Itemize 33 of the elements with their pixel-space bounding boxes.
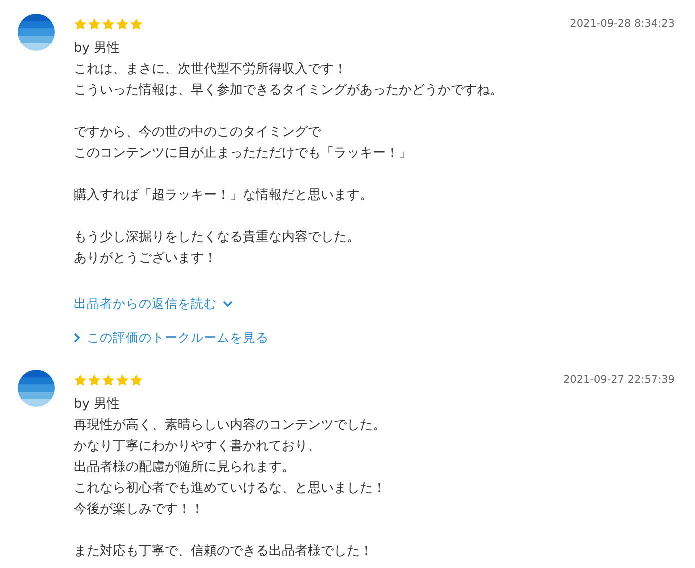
review-line: このコンテンツに目が止まったただけでも「ラッキー！」 xyxy=(74,145,412,163)
star-icon xyxy=(102,374,115,386)
review-line: こういった情報は、早く参加できるタイミングがあったかどうかですね。 xyxy=(74,82,503,100)
star-icon xyxy=(116,374,129,386)
review-line: ですから、今の世の中のこのタイミングで xyxy=(74,124,321,142)
author-label: by 男性 xyxy=(74,396,122,414)
chevron-right-icon xyxy=(74,333,81,343)
review-line: 出品者様の配慮が随所に見られます。 xyxy=(74,459,295,477)
review-line: 購入すれば「超ラッキー！」な情報だと思います。 xyxy=(74,187,373,205)
star-icon xyxy=(74,374,87,386)
avatar-icon xyxy=(18,14,55,51)
review-line: もう少し深掘りをしたくなる貴重な内容でした。 xyxy=(74,229,360,247)
chevron-down-icon xyxy=(223,300,233,308)
review-line: これは、まさに、次世代型不労所得収入です！ xyxy=(74,61,347,79)
talkroom-link[interactable]: この評価のトークルームを見る xyxy=(74,328,675,348)
star-icon xyxy=(88,18,101,30)
review-line: また対応も丁寧で、信頼のできる出品者様でした！ xyxy=(74,543,373,561)
star-icon xyxy=(102,18,115,30)
review-line: ありがとうございます！ xyxy=(74,250,217,268)
review-line: これなら初心者でも進めていけるな、と思いました！ xyxy=(74,480,386,498)
reply-link[interactable]: 出品者からの返信を読む xyxy=(74,294,675,314)
review-line: 再現性が高く、素晴らしい内容のコンテンツでした。 xyxy=(74,417,386,435)
review-date: 2021-09-27 22:57:39 xyxy=(563,374,675,386)
star-icon xyxy=(130,374,143,386)
avatar-icon xyxy=(18,370,55,407)
star-icon xyxy=(116,18,129,30)
review-line: 今後が楽しみです！！ xyxy=(74,501,204,519)
star-icon xyxy=(88,374,101,386)
review-line: かなり丁寧にわかりやすく書かれており、 xyxy=(74,438,321,456)
star-icon xyxy=(130,18,143,30)
author-label: by 男性 xyxy=(74,40,122,58)
star-icon xyxy=(74,18,87,30)
review-date: 2021-09-28 8:34:23 xyxy=(570,18,675,30)
